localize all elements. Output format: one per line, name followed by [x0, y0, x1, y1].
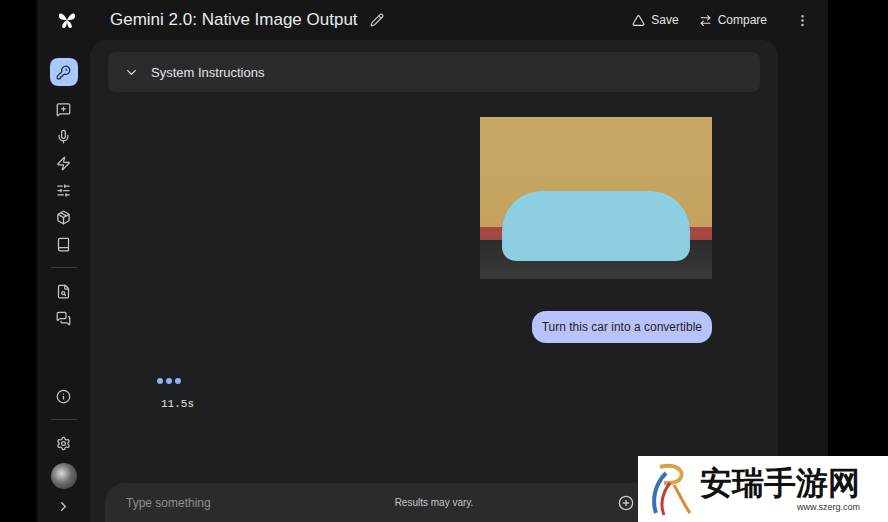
prompt-input[interactable]	[124, 495, 395, 511]
sidebar-bottom	[50, 383, 78, 522]
sidebar	[37, 40, 90, 522]
sidebar-item[interactable]	[50, 177, 78, 204]
sidebar-divider	[51, 267, 77, 268]
system-instructions[interactable]: System Instructions	[108, 52, 760, 92]
sidebar-item[interactable]	[50, 58, 78, 86]
compare-button[interactable]: Compare	[693, 9, 773, 31]
sidebar-item[interactable]	[50, 204, 78, 231]
elapsed-time: 11.5s	[161, 398, 760, 410]
sidebar-item-icon	[56, 129, 71, 144]
settings-button[interactable]	[50, 430, 78, 457]
chat-panel: System InstructionsTurn this car into a …	[90, 40, 778, 522]
loading-dot	[175, 378, 181, 384]
sidebar-item[interactable]	[50, 278, 78, 305]
avatar[interactable]	[51, 463, 77, 489]
watermark-logo-icon	[646, 461, 694, 517]
right-margin	[778, 40, 828, 522]
info-icon	[56, 389, 71, 404]
app-frame: Gemini 2.0: Native Image Output Save Compa…	[37, 0, 828, 522]
sidebar-item[interactable]	[50, 96, 78, 123]
more-icon	[795, 13, 810, 28]
loading-dots	[157, 378, 760, 384]
edit-title-icon[interactable]	[370, 13, 384, 27]
sidebar-item[interactable]	[50, 150, 78, 177]
studio-logo-icon	[57, 10, 77, 30]
loading-dot	[157, 378, 163, 384]
info-button[interactable]	[50, 383, 78, 410]
save-button[interactable]: Save	[626, 9, 684, 31]
uploaded-image	[480, 117, 712, 279]
page-title: Gemini 2.0: Native Image Output	[110, 10, 358, 30]
watermark-name: 安瑞手游网	[700, 466, 860, 501]
sidebar-item[interactable]	[50, 123, 78, 150]
sidebar-item-icon	[56, 156, 71, 171]
watermark: 安瑞手游网www.szerg.com	[638, 456, 888, 522]
sidebar-divider	[51, 419, 77, 420]
loading-dot	[166, 378, 172, 384]
sidebar-item-icon	[56, 65, 71, 80]
left-gutter	[0, 0, 37, 522]
chevron-down-icon	[124, 65, 139, 80]
compare-icon	[699, 14, 712, 27]
chevron-right-icon	[56, 499, 71, 514]
sidebar-item-icon	[56, 210, 71, 225]
user-message: Turn this car into a convertible	[532, 311, 712, 343]
page: Gemini 2.0: Native Image Output Save Compa…	[0, 0, 888, 522]
gear-icon	[56, 436, 71, 451]
car-shape	[502, 191, 690, 261]
watermark-text: 安瑞手游网www.szerg.com	[700, 466, 860, 511]
sidebar-item[interactable]	[50, 231, 78, 258]
watermark-url: www.szerg.com	[797, 502, 860, 512]
top-bar: Gemini 2.0: Native Image Output Save Compa…	[37, 0, 828, 40]
add-icon[interactable]	[618, 495, 634, 511]
chat-area: Turn this car into a convertible 11.5s	[108, 92, 760, 483]
expand-button[interactable]	[50, 493, 78, 520]
sidebar-item[interactable]	[50, 305, 78, 332]
right-gutter	[828, 0, 888, 522]
sidebar-item-icon	[56, 102, 71, 117]
sidebar-item-icon	[56, 311, 71, 326]
sidebar-item-icon	[56, 183, 71, 198]
loading-indicator: 11.5s	[157, 378, 760, 410]
body: System InstructionsTurn this car into a …	[37, 40, 828, 522]
more-button[interactable]	[793, 11, 812, 30]
results-note: Results may vary.	[395, 497, 474, 508]
sidebar-item-icon	[56, 284, 71, 299]
sidebar-item-icon	[56, 237, 71, 252]
drive-icon	[632, 14, 645, 27]
